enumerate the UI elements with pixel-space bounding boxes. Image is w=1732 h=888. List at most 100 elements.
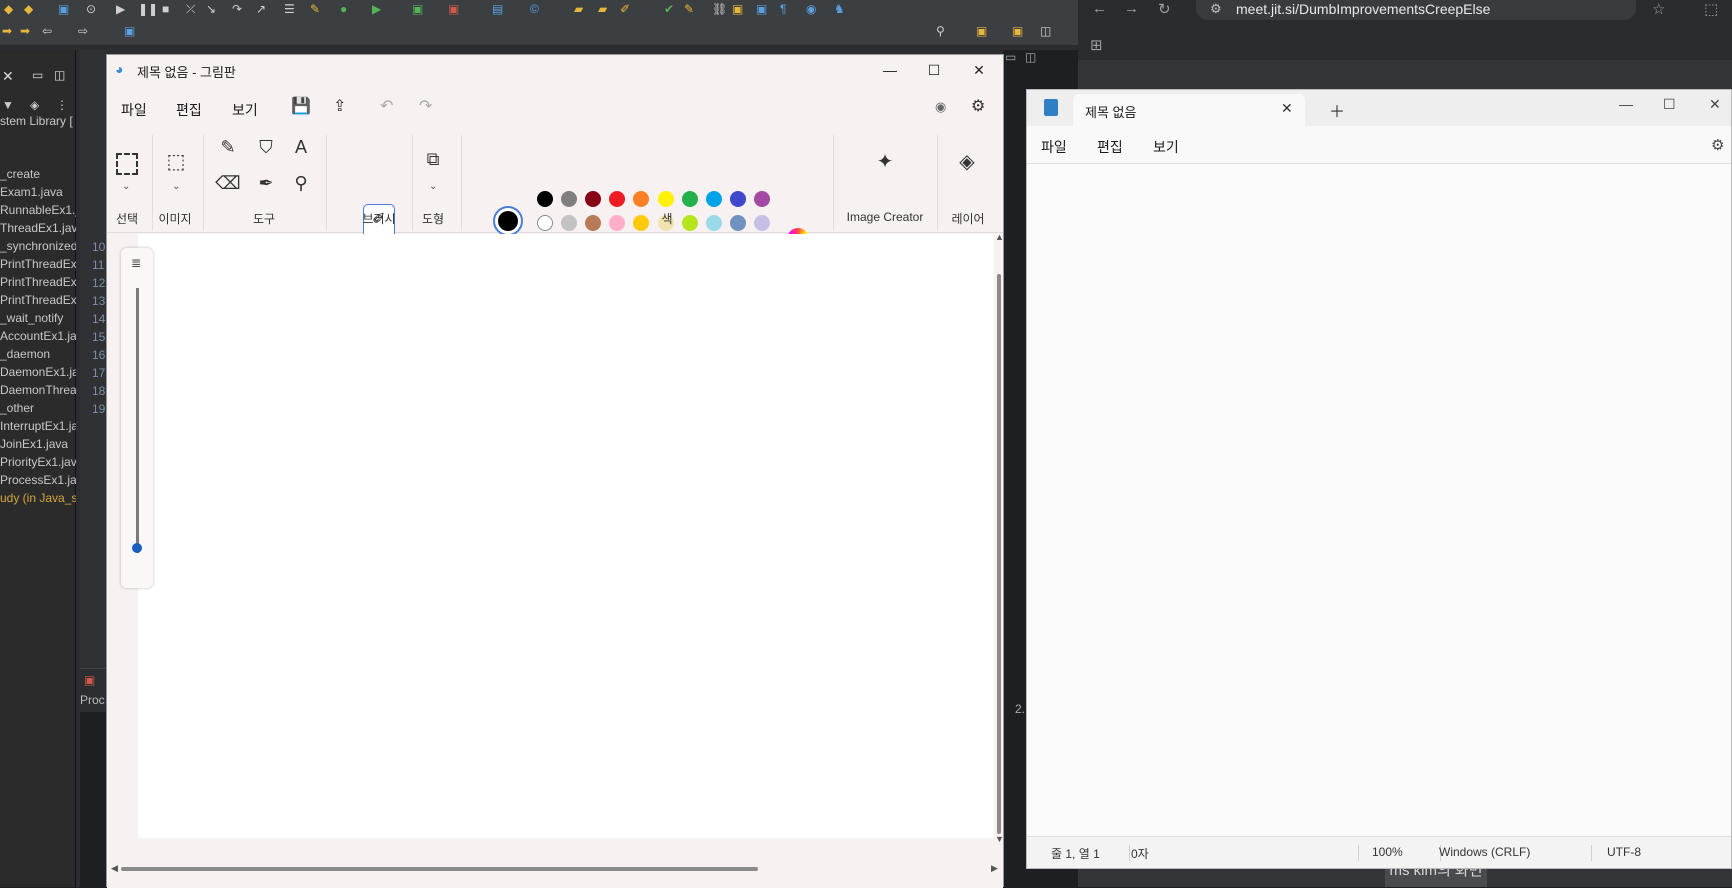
forward-icon[interactable]: ⇨ bbox=[78, 24, 88, 38]
perspective-java-icon[interactable]: ▣ bbox=[976, 24, 987, 38]
window-icon[interactable]: ▣ bbox=[58, 2, 69, 16]
save-all-icon[interactable]: ◆ bbox=[24, 2, 33, 16]
package-item[interactable]: udy (in Java_st bbox=[0, 489, 76, 507]
group-image-creator-label[interactable]: Image Creator bbox=[837, 210, 933, 224]
focus-icon[interactable]: ◈ bbox=[30, 98, 39, 112]
console-tab-label[interactable]: Proc bbox=[80, 693, 105, 707]
site-info-icon[interactable]: ⚙ bbox=[1210, 0, 1222, 18]
perspective-debug-icon[interactable]: ▣ bbox=[1012, 24, 1023, 38]
annotation-icon[interactable]: ▣ bbox=[732, 2, 743, 16]
menu-view[interactable]: 보기 bbox=[232, 100, 258, 120]
select-icon[interactable] bbox=[116, 153, 138, 175]
new-icon[interactable]: ▤ bbox=[492, 2, 503, 16]
text-editor[interactable] bbox=[1027, 164, 1731, 834]
text-icon[interactable]: A bbox=[288, 137, 314, 158]
image-creator-icon[interactable]: ✦ bbox=[872, 149, 898, 174]
layers-icon[interactable]: ◈ bbox=[954, 149, 980, 174]
apps-icon[interactable]: ⊞ bbox=[1090, 36, 1103, 54]
forward-icon[interactable]: → bbox=[1124, 0, 1139, 17]
package-item[interactable]: PrintThreadEx2 bbox=[0, 273, 76, 291]
package-item[interactable]: RunnableEx1.ja bbox=[0, 201, 76, 219]
search-icon[interactable]: ⊙ bbox=[86, 2, 96, 16]
run-icon[interactable]: ▶ bbox=[372, 2, 381, 16]
perspective-icon[interactable]: ▣ bbox=[124, 24, 135, 38]
color-swatch[interactable] bbox=[705, 191, 722, 207]
terminate-icon[interactable]: ■ bbox=[162, 2, 169, 16]
scroll-right-icon[interactable]: ▶ bbox=[991, 863, 998, 874]
package-item[interactable]: _other bbox=[0, 399, 76, 417]
vertical-scroll-thumb[interactable] bbox=[997, 274, 1001, 834]
minimize-button[interactable]: — bbox=[1619, 96, 1633, 112]
globe-icon[interactable]: ◉ bbox=[806, 2, 816, 16]
filter-icon[interactable]: ▼ bbox=[2, 98, 14, 112]
close-button[interactable]: ✕ bbox=[957, 55, 1001, 85]
person-icon[interactable]: ♞ bbox=[834, 2, 845, 16]
step-over-icon[interactable]: ↷ bbox=[232, 2, 242, 16]
scroll-down-icon[interactable]: ▼ bbox=[995, 834, 1004, 844]
step-return-icon[interactable]: ↗ bbox=[256, 2, 266, 16]
notepad-tab[interactable]: 제목 없음 ✕ bbox=[1073, 94, 1305, 126]
menu-edit[interactable]: 편집 bbox=[176, 100, 202, 120]
menu-file[interactable]: 파일 bbox=[1041, 137, 1067, 157]
new-class-icon[interactable]: © bbox=[530, 2, 539, 16]
next-annotation-icon[interactable]: ➡ bbox=[2, 24, 12, 38]
color-swatch[interactable] bbox=[609, 191, 626, 207]
bookmark-star-icon[interactable]: ☆ bbox=[1652, 0, 1665, 18]
coverage-icon[interactable]: ▣ bbox=[412, 2, 423, 16]
settings-icon[interactable]: ⚙ bbox=[1711, 136, 1724, 154]
brush-icon[interactable]: ✐ bbox=[620, 2, 630, 16]
open-folder-icon[interactable]: ▰ bbox=[574, 2, 583, 16]
scroll-up-icon[interactable]: ▲ bbox=[995, 232, 1004, 242]
maximize-button[interactable]: ☐ bbox=[1663, 96, 1676, 113]
image-icon[interactable]: ⬚ bbox=[163, 149, 189, 174]
primary-color[interactable] bbox=[493, 206, 523, 236]
account-icon[interactable]: ◉ bbox=[935, 99, 946, 115]
chevron-down-icon[interactable]: ⌄ bbox=[122, 181, 130, 192]
quick-search-icon[interactable]: ⚲ bbox=[936, 24, 945, 38]
share-icon[interactable]: ⇪ bbox=[333, 96, 346, 116]
save-icon[interactable]: ◆ bbox=[4, 2, 13, 16]
chevron-down-icon[interactable]: ⌄ bbox=[429, 181, 437, 192]
package-item[interactable]: ProcessEx1.java bbox=[0, 471, 76, 489]
disconnect-icon[interactable]: ⤫ bbox=[186, 2, 196, 17]
group-layers-label[interactable]: 레이어 bbox=[943, 210, 993, 227]
package-item[interactable]: _daemon bbox=[0, 345, 76, 363]
horizontal-scroll-thumb[interactable] bbox=[121, 867, 758, 871]
marker-icon[interactable]: ✎ bbox=[684, 2, 694, 16]
step-into-icon[interactable]: ↘ bbox=[206, 2, 216, 16]
open-folder2-icon[interactable]: ▰ bbox=[598, 2, 607, 16]
link-icon[interactable]: ⛓ bbox=[712, 2, 727, 16]
color-swatch[interactable] bbox=[561, 191, 578, 207]
menu-edit[interactable]: 편집 bbox=[1097, 137, 1123, 157]
package-item[interactable]: DaemonThread bbox=[0, 381, 76, 399]
color-swatch[interactable] bbox=[729, 191, 746, 207]
minimize-view-icon[interactable]: ▭ bbox=[32, 68, 43, 82]
minimize-icon[interactable]: ▭ bbox=[1005, 50, 1016, 64]
back-icon[interactable]: ⇦ bbox=[42, 24, 52, 38]
color-swatch[interactable] bbox=[537, 191, 553, 207]
color-swatch[interactable] bbox=[561, 215, 578, 231]
vertical-scrollbar[interactable]: ▲ ▼ bbox=[995, 232, 1004, 844]
color-swatch[interactable] bbox=[633, 191, 650, 207]
undo-icon[interactable]: ↶ bbox=[380, 96, 393, 116]
prev-annotation-icon[interactable]: ➡ bbox=[20, 24, 30, 38]
package-item[interactable]: Exam1.java bbox=[0, 183, 76, 201]
package-item[interactable]: PrintThreadEx1 bbox=[0, 255, 76, 273]
package-item[interactable]: PrintThreadEx3 bbox=[0, 291, 76, 309]
menu-file[interactable]: 파일 bbox=[121, 100, 147, 120]
back-icon[interactable]: ← bbox=[1092, 0, 1107, 17]
minimize-button[interactable]: — bbox=[868, 55, 912, 85]
close-button[interactable]: ✕ bbox=[1709, 96, 1721, 113]
package-item[interactable]: DaemonEx1.jav bbox=[0, 363, 76, 381]
color-swatch[interactable] bbox=[585, 215, 602, 231]
package-item[interactable]: AccountEx1.jav bbox=[0, 327, 76, 345]
external-tools-icon[interactable]: ▣ bbox=[448, 2, 459, 16]
color-swatch[interactable] bbox=[585, 191, 602, 207]
package-item[interactable]: PriorityEx1.java bbox=[0, 453, 76, 471]
save-icon[interactable]: 💾 bbox=[291, 96, 311, 116]
maximize-view-icon[interactable]: ◫ bbox=[54, 68, 65, 82]
color-swatch[interactable] bbox=[729, 215, 746, 231]
reload-icon[interactable]: ↻ bbox=[1158, 0, 1171, 18]
debug-icon[interactable]: ● bbox=[340, 2, 347, 16]
color-swatch[interactable] bbox=[681, 191, 698, 207]
